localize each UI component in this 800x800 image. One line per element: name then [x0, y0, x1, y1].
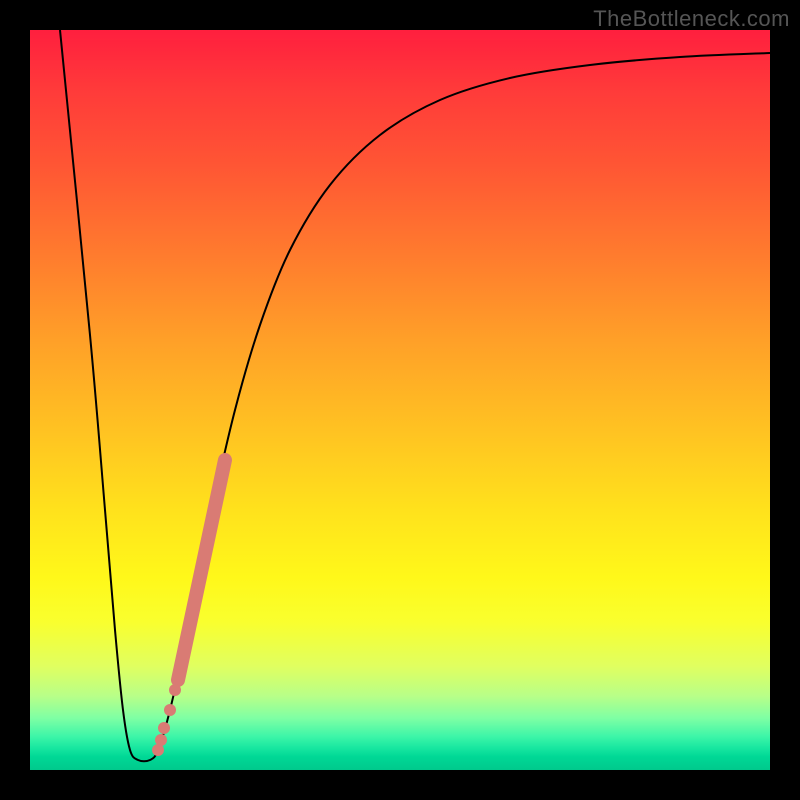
- bottleneck-curve: [60, 30, 770, 761]
- chart-frame: TheBottleneck.com: [0, 0, 800, 800]
- highlight-dot: [152, 744, 164, 756]
- highlight-segment: [178, 460, 225, 680]
- plot-area: [30, 30, 770, 770]
- highlight-dot: [169, 684, 181, 696]
- curve-svg: [30, 30, 770, 770]
- highlight-dot: [164, 704, 176, 716]
- watermark-text: TheBottleneck.com: [593, 6, 790, 32]
- highlight-dot: [158, 722, 170, 734]
